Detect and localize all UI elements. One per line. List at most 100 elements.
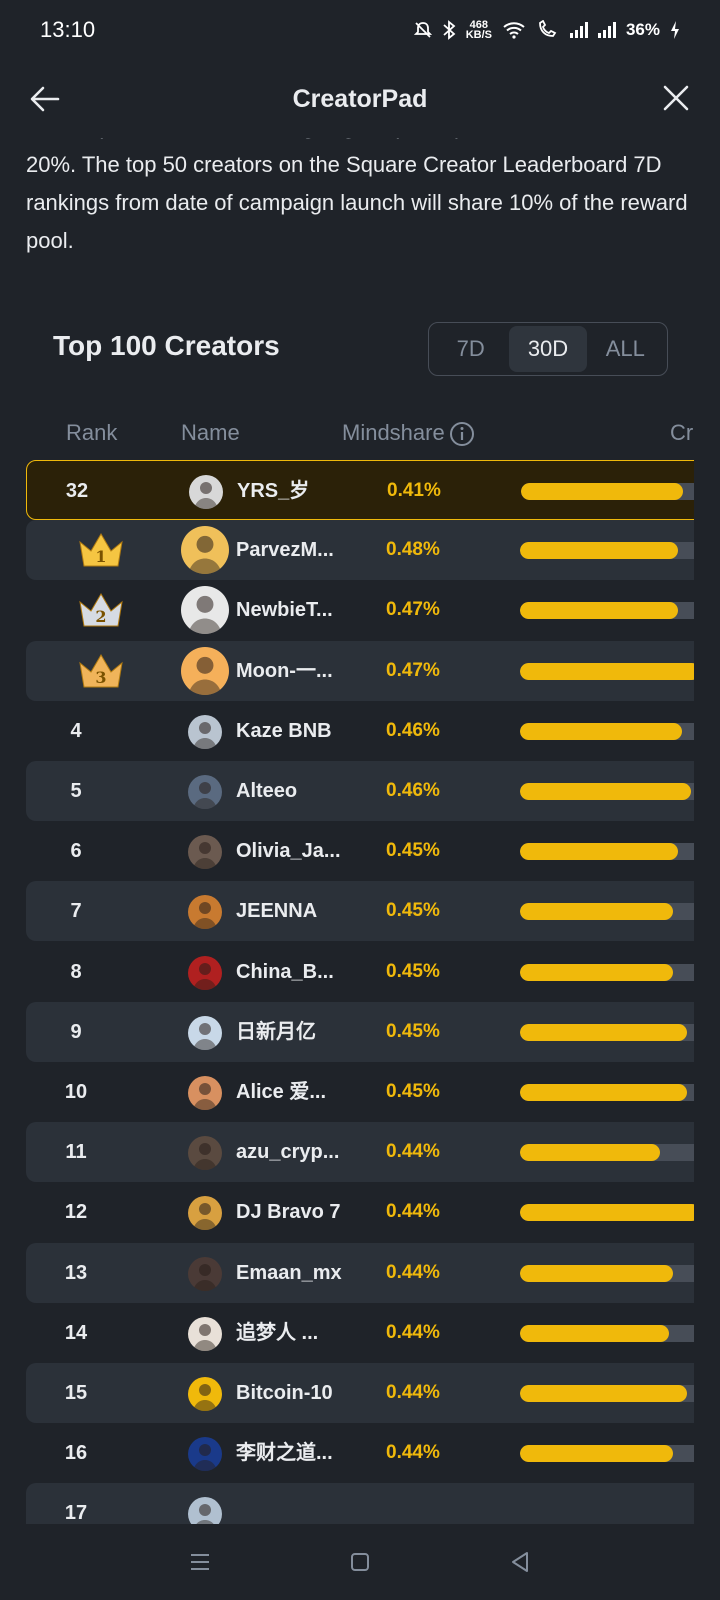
rank-number: 10 bbox=[64, 1081, 88, 1103]
creator-score-bar-fill bbox=[520, 1084, 688, 1101]
creator-score-bar bbox=[520, 722, 694, 740]
table-row[interactable]: 6 Olivia_Ja... 0.45% bbox=[26, 821, 694, 881]
app-header: CreatorPad bbox=[0, 60, 720, 138]
avatar[interactable] bbox=[188, 835, 222, 870]
creator-score-bar-fill bbox=[520, 1385, 688, 1402]
svg-text:2: 2 bbox=[95, 607, 106, 626]
status-bar: 13:10 468 KB/S 36% bbox=[0, 0, 720, 60]
creator-score-bar-fill bbox=[520, 903, 673, 921]
creator-name[interactable]: 李财之道... bbox=[236, 1423, 333, 1483]
table-row[interactable]: 16 李财之道... 0.44% bbox=[26, 1423, 694, 1483]
svg-text:1: 1 bbox=[95, 547, 106, 566]
info-icon[interactable] bbox=[449, 421, 475, 447]
creator-score-bar bbox=[520, 1324, 694, 1342]
creator-name[interactable]: azu_cryp... bbox=[236, 1122, 339, 1182]
avatar[interactable] bbox=[188, 1136, 222, 1171]
avatar[interactable] bbox=[188, 895, 222, 930]
creator-score-bar-fill bbox=[520, 542, 679, 560]
table-row[interactable]: 17 bbox=[26, 1483, 694, 1524]
table-row[interactable]: 13 Emaan_mx 0.44% bbox=[26, 1242, 694, 1303]
creator-name[interactable]: Bitcoin-10 bbox=[236, 1363, 333, 1423]
column-creator-score: Cr bbox=[670, 420, 694, 445]
system-back-icon[interactable] bbox=[508, 1550, 532, 1574]
tab-7d[interactable]: 7D bbox=[432, 326, 509, 372]
creator-score-bar bbox=[520, 662, 694, 680]
tab-all[interactable]: ALL bbox=[587, 326, 664, 372]
table-row[interactable]: 4 Kaze BNB 0.46% bbox=[26, 701, 694, 761]
table-row[interactable]: 5 Alteeo 0.46% bbox=[26, 761, 694, 821]
avatar[interactable] bbox=[188, 1377, 222, 1411]
table-row[interactable]: 8 China_B... 0.45% bbox=[26, 942, 694, 1002]
page-title: CreatorPad bbox=[292, 84, 428, 113]
system-nav-bar bbox=[0, 1524, 720, 1600]
table-row[interactable]: 11 azu_cryp... 0.44% bbox=[26, 1122, 694, 1183]
creator-name[interactable]: China_B... bbox=[236, 942, 334, 1002]
creator-name[interactable]: ParvezM... bbox=[236, 520, 334, 580]
creator-name[interactable]: 日新月亿 bbox=[236, 1002, 316, 1062]
table-row[interactable]: 10 Alice 爱... 0.45% bbox=[26, 1062, 694, 1122]
avatar[interactable] bbox=[188, 1256, 222, 1291]
status-time: 13:10 bbox=[40, 17, 96, 42]
table-row[interactable]: 1 ParvezM... 0.48% bbox=[26, 520, 694, 581]
creator-name[interactable]: Emaan_mx bbox=[236, 1243, 342, 1303]
mindshare-value: 0.44% bbox=[386, 1141, 440, 1163]
back-arrow-icon[interactable] bbox=[28, 82, 62, 116]
avatar[interactable] bbox=[188, 714, 222, 749]
avatar[interactable] bbox=[181, 526, 229, 575]
avatar[interactable] bbox=[188, 955, 222, 990]
table-row[interactable]: 2 NewbieT... 0.47% bbox=[26, 580, 694, 640]
rank-number: 15 bbox=[64, 1382, 88, 1404]
avatar[interactable] bbox=[188, 1497, 222, 1524]
creator-score-bar bbox=[520, 1144, 694, 1162]
avatar[interactable] bbox=[189, 475, 223, 509]
avatar[interactable] bbox=[188, 1076, 222, 1110]
creator-name[interactable]: DJ Bravo 7 bbox=[236, 1182, 341, 1242]
creator-name[interactable]: 追梦人 ... bbox=[236, 1303, 318, 1363]
creator-name[interactable]: Alteeo bbox=[236, 761, 297, 821]
mindshare-value: 0.46% bbox=[386, 719, 440, 741]
table-row[interactable]: 14 追梦人 ... 0.44% bbox=[26, 1303, 694, 1363]
status-icons: 468 KB/S 36% bbox=[413, 20, 680, 41]
table-row[interactable]: 12 DJ Bravo 7 0.44% bbox=[26, 1182, 694, 1242]
tab-30d[interactable]: 30D bbox=[509, 326, 587, 372]
rank-number: 4 bbox=[70, 719, 82, 742]
avatar[interactable] bbox=[188, 1316, 222, 1351]
table-row[interactable]: 9 日新月亿 0.45% bbox=[26, 1001, 694, 1062]
home-icon[interactable] bbox=[348, 1550, 372, 1574]
table-row[interactable]: 15 Bitcoin-10 0.44% bbox=[26, 1363, 694, 1423]
creator-name[interactable]: JEENNA bbox=[236, 881, 317, 941]
mindshare-value: 0.48% bbox=[386, 539, 440, 561]
avatar[interactable] bbox=[188, 1015, 222, 1050]
leaderboard-list: 32 YRS_岁 0.41% 1 ParvezM... 0.48% 2 NewbieT... 0… bbox=[26, 460, 694, 1524]
current-user-row[interactable]: 32 YRS_岁 0.41% bbox=[26, 460, 694, 520]
close-icon[interactable] bbox=[660, 82, 692, 114]
creator-score-bar bbox=[520, 1084, 694, 1101]
mute-icon bbox=[413, 22, 432, 38]
rank-number: 12 bbox=[64, 1201, 88, 1224]
creator-score-bar-fill bbox=[520, 1204, 694, 1222]
mindshare-value: 0.46% bbox=[386, 780, 440, 801]
creator-score-bar bbox=[520, 542, 694, 560]
rank-number: 6 bbox=[70, 840, 82, 863]
creator-score-bar-fill bbox=[520, 602, 679, 620]
table-row[interactable]: 3 Moon-一... 0.47% bbox=[26, 640, 694, 701]
creator-name[interactable]: Alice 爱... bbox=[236, 1062, 326, 1122]
wifi-icon bbox=[503, 22, 525, 39]
menu-icon[interactable] bbox=[188, 1550, 212, 1574]
avatar[interactable] bbox=[188, 1196, 222, 1231]
avatar[interactable] bbox=[188, 1437, 222, 1472]
avatar[interactable] bbox=[181, 586, 229, 635]
creator-score-bar bbox=[520, 602, 694, 620]
creator-name[interactable]: Kaze BNB bbox=[236, 701, 332, 761]
avatar[interactable] bbox=[181, 646, 229, 695]
creator-name[interactable]: Moon-一... bbox=[236, 641, 333, 701]
table-row[interactable]: 7 JEENNA 0.45% bbox=[26, 881, 694, 942]
creator-name[interactable]: YRS_岁 bbox=[237, 461, 309, 521]
mindshare-value: 0.45% bbox=[386, 900, 440, 922]
creator-name[interactable]: NewbieT... bbox=[236, 580, 333, 640]
svg-text:3: 3 bbox=[95, 668, 106, 687]
avatar[interactable] bbox=[188, 775, 222, 809]
mindshare-value: 0.45% bbox=[386, 960, 440, 982]
creator-name[interactable]: Olivia_Ja... bbox=[236, 821, 341, 881]
mindshare-value: 0.44% bbox=[386, 1201, 440, 1223]
